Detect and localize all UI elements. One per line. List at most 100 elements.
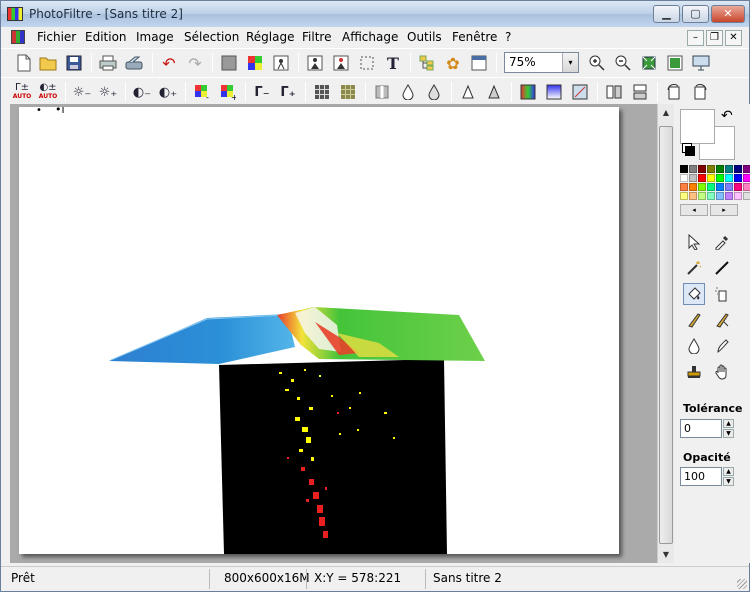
palette-swatch[interactable]: [734, 192, 742, 200]
explorer-icon[interactable]: [416, 52, 438, 74]
advanced-brush-tool-icon[interactable]: [711, 309, 733, 331]
brush-tool-icon[interactable]: [683, 309, 705, 331]
menu-selection[interactable]: Sélection: [184, 30, 239, 44]
palette-swatch[interactable]: [689, 174, 697, 182]
selection-icon[interactable]: [356, 52, 378, 74]
rotate-right-icon[interactable]: [689, 81, 711, 103]
grid-filter-icon[interactable]: [311, 81, 333, 103]
document-icon[interactable]: [11, 30, 25, 44]
palette-swatch[interactable]: [743, 192, 750, 200]
magic-wand-tool-icon[interactable]: [683, 257, 705, 279]
flip-vertical-icon[interactable]: [629, 81, 651, 103]
palette-swatch[interactable]: [716, 174, 724, 182]
mdi-minimize-button[interactable]: –: [687, 30, 704, 46]
sharpen-triangle-icon[interactable]: [457, 81, 479, 103]
mdi-restore-button[interactable]: ❐: [706, 30, 723, 46]
flip-horizontal-icon[interactable]: [603, 81, 625, 103]
contrast-plus-icon[interactable]: ◐₊: [157, 81, 179, 103]
minimize-button[interactable]: ▁: [653, 5, 680, 23]
gamma-minus-icon[interactable]: Γ₋: [251, 81, 273, 103]
palette-swatch[interactable]: [689, 192, 697, 200]
hand-tool-icon[interactable]: [711, 361, 733, 383]
palette-swatch[interactable]: [716, 165, 724, 173]
transparency-icon[interactable]: [270, 52, 292, 74]
image-canvas[interactable]: • •ı: [19, 104, 619, 554]
rotate-left-icon[interactable]: [663, 81, 685, 103]
grayscale-icon[interactable]: [218, 52, 240, 74]
undo-icon[interactable]: ↶: [158, 52, 180, 74]
blur-drop-tool-icon[interactable]: [683, 335, 705, 357]
automation-icon[interactable]: ✿: [442, 52, 464, 74]
window-icon[interactable]: [468, 52, 490, 74]
opacity-down-icon[interactable]: ▼: [723, 477, 734, 486]
menu-reglage[interactable]: Réglage: [246, 30, 295, 44]
menu-filtre[interactable]: Filtre: [302, 30, 331, 44]
palette-swatch[interactable]: [680, 174, 688, 182]
close-button[interactable]: ✕: [711, 5, 745, 23]
scroll-down-icon[interactable]: ▼: [658, 546, 674, 563]
blur-icon[interactable]: [371, 81, 393, 103]
selection-tool-icon[interactable]: [683, 231, 705, 253]
saturation-plus-icon[interactable]: +: [217, 81, 239, 103]
tolerance-input[interactable]: 0: [680, 419, 722, 438]
gradient-vertical-icon[interactable]: [543, 81, 565, 103]
palette-swatch[interactable]: [707, 174, 715, 182]
save-icon[interactable]: [63, 52, 85, 74]
resize-grip-icon[interactable]: [737, 579, 747, 589]
saturation-minus-icon[interactable]: -: [191, 81, 213, 103]
contrast-minus-icon[interactable]: ◐₋: [131, 81, 153, 103]
menu-affichage[interactable]: Affichage: [342, 30, 398, 44]
texture-filter-icon[interactable]: [337, 81, 359, 103]
paint-bucket-tool-icon[interactable]: [683, 283, 705, 305]
menu-image[interactable]: Image: [136, 30, 174, 44]
tolerance-down-icon[interactable]: ▼: [723, 429, 734, 438]
palette-swatch[interactable]: [725, 183, 733, 191]
opacity-input[interactable]: 100: [680, 467, 722, 486]
palette-swatch[interactable]: [698, 174, 706, 182]
fullscreen-icon[interactable]: [690, 52, 712, 74]
soften-drop-icon[interactable]: [397, 81, 419, 103]
print-icon[interactable]: [97, 52, 119, 74]
palette-swatch[interactable]: [707, 165, 715, 173]
menu-edition[interactable]: Edition: [85, 30, 127, 44]
palette-swatch[interactable]: [689, 183, 697, 191]
palette-prev-icon[interactable]: ◂: [680, 204, 708, 216]
palette-swatch[interactable]: [689, 165, 697, 173]
menu-fichier[interactable]: Fichier: [37, 30, 76, 44]
palette-swatch[interactable]: [698, 165, 706, 173]
reset-colors-icon[interactable]: [685, 146, 695, 156]
scan-icon[interactable]: [123, 52, 145, 74]
palette-swatch[interactable]: [680, 192, 688, 200]
full-size-icon[interactable]: [664, 52, 686, 74]
color-palette[interactable]: [680, 165, 750, 200]
swap-colors-icon[interactable]: ↶: [721, 108, 733, 124]
canvas-area[interactable]: • •ı: [10, 104, 657, 563]
maximize-button[interactable]: ▢: [682, 5, 709, 23]
eyedropper-tool-icon[interactable]: [711, 231, 733, 253]
mdi-close-button[interactable]: ✕: [725, 30, 742, 46]
image-person-icon[interactable]: [304, 52, 326, 74]
opacity-up-icon[interactable]: ▲: [723, 467, 734, 476]
brightness-minus-icon[interactable]: ☼₋: [71, 81, 93, 103]
vertical-scrollbar[interactable]: ▲ ▼: [657, 104, 674, 563]
auto-contrast-icon[interactable]: ◐± AUTO: [37, 81, 59, 103]
palette-swatch[interactable]: [734, 174, 742, 182]
palette-swatch[interactable]: [743, 165, 750, 173]
app-icon[interactable]: [7, 7, 23, 21]
palette-swatch[interactable]: [707, 192, 715, 200]
open-folder-icon[interactable]: [37, 52, 59, 74]
menu-fenetre[interactable]: Fenêtre: [452, 30, 497, 44]
palette-swatch[interactable]: [743, 183, 750, 191]
palette-swatch[interactable]: [725, 165, 733, 173]
palette-swatch[interactable]: [725, 174, 733, 182]
auto-levels-icon[interactable]: Γ± AUTO: [11, 81, 33, 103]
stamp-tool-icon[interactable]: [683, 361, 705, 383]
gradient-icon[interactable]: [517, 81, 539, 103]
palette-swatch[interactable]: [680, 183, 688, 191]
palette-swatch[interactable]: [680, 165, 688, 173]
line-tool-icon[interactable]: [711, 257, 733, 279]
zoom-select[interactable]: 75% ▾: [504, 52, 579, 73]
zoom-out-icon[interactable]: [612, 52, 634, 74]
brightness-plus-icon[interactable]: ☼₊: [97, 81, 119, 103]
transform-icon[interactable]: [569, 81, 591, 103]
